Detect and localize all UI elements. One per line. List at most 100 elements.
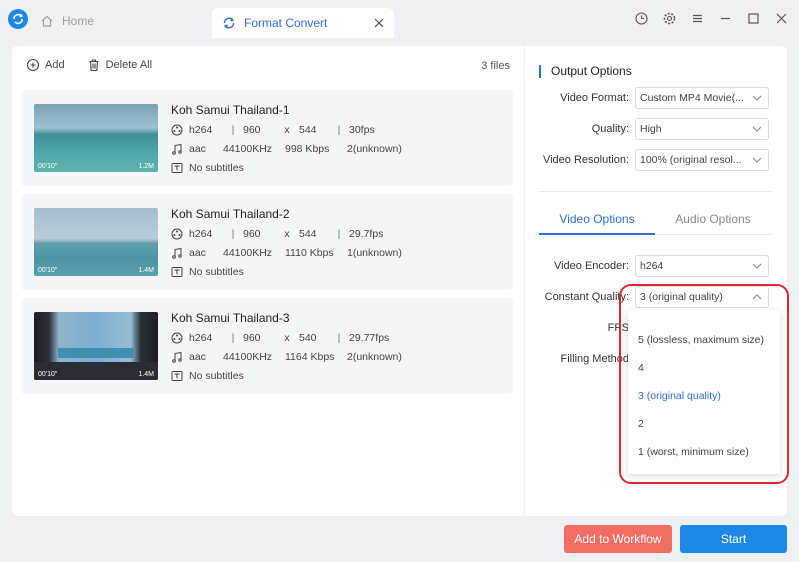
chevron-down-icon <box>752 126 762 132</box>
file-card-2[interactable]: 00'10" 1.4M Koh Samui Thailand-2 h264 | 9… <box>21 194 513 290</box>
video-thumbnail[interactable]: 00'10" 1.4M <box>34 312 158 380</box>
add-button[interactable]: Add <box>26 58 65 72</box>
width: 960 <box>243 228 261 240</box>
channels: 1(unknown) <box>347 247 402 259</box>
encoder-label: Video Encoder: <box>553 260 629 272</box>
audio-info-row: aac 44100KHz 1110 Kbps 1(unknown) <box>171 247 402 259</box>
channels: 2(unknown) <box>347 351 402 363</box>
constant-quality-label: Constant Quality: <box>544 291 629 303</box>
maximize-icon[interactable] <box>745 10 761 26</box>
sea-strip <box>58 348 134 358</box>
tab-video-options[interactable]: Video Options <box>539 212 655 226</box>
plus-circle-icon <box>26 58 40 72</box>
audio-codec: aac <box>189 351 206 363</box>
separator: | <box>337 228 341 240</box>
resolution-label: Video Resolution: <box>542 154 629 166</box>
fps: 29.77fps <box>349 332 390 344</box>
music-note-icon <box>172 351 182 363</box>
add-to-workflow-button[interactable]: Add to Workflow <box>564 525 672 553</box>
separator: | <box>231 124 235 136</box>
file-size: 1.2M <box>138 163 154 170</box>
subtitle-icon <box>171 267 183 277</box>
subtitles: No subtitles <box>189 162 244 174</box>
sample-rate: 44100KHz <box>223 143 273 155</box>
duration: 00'10" <box>38 371 58 378</box>
times: x <box>284 332 290 344</box>
encoder-select[interactable]: h264 <box>635 255 769 277</box>
chevron-down-icon <box>752 95 762 101</box>
chevron-down-icon <box>752 263 762 269</box>
sample-rate: 44100KHz <box>223 351 273 363</box>
close-window-icon[interactable] <box>773 10 789 26</box>
height: 544 <box>299 228 317 240</box>
video-info-row: h264 | 960 x 540 | 29.77fps <box>171 332 389 344</box>
gear-icon[interactable] <box>661 10 677 26</box>
audio-info-row: aac 44100KHz 1164 Kbps 2(unknown) <box>171 351 402 363</box>
quality-label: Quality: <box>591 123 629 135</box>
audio-codec: aac <box>189 247 206 259</box>
width: 960 <box>243 124 261 136</box>
highlight-box <box>619 284 789 484</box>
close-tab-icon[interactable] <box>372 16 386 30</box>
quality-select[interactable]: High <box>635 118 769 140</box>
bitrate: 1164 Kbps <box>285 351 335 363</box>
height: 544 <box>299 124 317 136</box>
subtitle-info-row: No subtitles <box>171 266 244 278</box>
app-logo-icon <box>8 9 28 29</box>
menu-icon[interactable] <box>689 10 705 26</box>
video-info-row: h264 | 960 x 544 | 29.7fps <box>171 228 383 240</box>
separator: | <box>337 124 341 136</box>
codec: h264 <box>189 124 213 136</box>
tab-format-convert[interactable]: Format Convert <box>212 8 394 38</box>
title-bar: Home Format Convert <box>0 0 799 40</box>
video-format-label: Video Format: <box>560 92 629 104</box>
separator: | <box>337 332 341 344</box>
codec: h264 <box>189 332 213 344</box>
times: x <box>284 124 290 136</box>
subtitles: No subtitles <box>189 266 244 278</box>
file-card-1[interactable]: 00'10" 1.2M Koh Samui Thailand-1 h264 | 9… <box>21 90 513 186</box>
music-note-icon <box>172 143 182 155</box>
video-thumbnail[interactable]: 00'10" 1.2M <box>34 104 158 172</box>
audio-info-row: aac 44100KHz 998 Kbps 2(unknown) <box>171 143 402 155</box>
tab-home[interactable]: Home <box>40 10 94 32</box>
divider <box>539 191 771 192</box>
file-name: Koh Samui Thailand-2 <box>171 207 290 221</box>
bitrate: 1110 Kbps <box>285 247 334 259</box>
delete-all-button[interactable]: Delete All <box>87 58 152 72</box>
sample-rate: 44100KHz <box>223 247 273 259</box>
minimize-icon[interactable] <box>717 10 733 26</box>
video-format-select[interactable]: Custom MP4 Movie(... <box>635 87 769 109</box>
resolution-select[interactable]: 100% (original resol... <box>635 149 769 171</box>
start-button[interactable]: Start <box>680 525 787 553</box>
delete-all-label: Delete All <box>105 59 153 71</box>
height: 540 <box>299 332 317 344</box>
active-tab-indicator <box>539 233 655 235</box>
file-name: Koh Samui Thailand-1 <box>171 103 290 117</box>
duration: 00'10" <box>38 267 58 274</box>
film-reel-icon <box>171 332 183 344</box>
files-count: 3 files <box>481 60 510 72</box>
file-size: 1.4M <box>138 371 154 378</box>
film-reel-icon <box>171 124 183 136</box>
audio-codec: aac <box>189 143 206 155</box>
file-name: Koh Samui Thailand-3 <box>171 311 290 325</box>
home-icon <box>41 15 53 27</box>
file-list-panel: Add Delete All 3 files 00'10" 1.2M Koh S… <box>12 46 524 516</box>
file-card-3[interactable]: 00'10" 1.4M Koh Samui Thailand-3 h264 | 9… <box>21 298 513 394</box>
encoder-value: h264 <box>640 260 664 272</box>
video-thumbnail[interactable]: 00'10" 1.4M <box>34 208 158 276</box>
bitrate: 998 Kbps <box>285 143 330 155</box>
codec: h264 <box>189 228 213 240</box>
tab-audio-options[interactable]: Audio Options <box>655 212 771 226</box>
subtitle-icon <box>171 163 183 173</box>
clock-icon[interactable] <box>633 10 649 26</box>
refresh-icon <box>223 17 235 29</box>
fps: 29.7fps <box>349 228 384 240</box>
subtitle-info-row: No subtitles <box>171 370 244 382</box>
subtitle-icon <box>171 371 183 381</box>
video-format-value: Custom MP4 Movie(... <box>640 92 744 104</box>
separator: | <box>231 228 235 240</box>
times: x <box>284 228 290 240</box>
resolution-value: 100% (original resol... <box>640 154 742 166</box>
